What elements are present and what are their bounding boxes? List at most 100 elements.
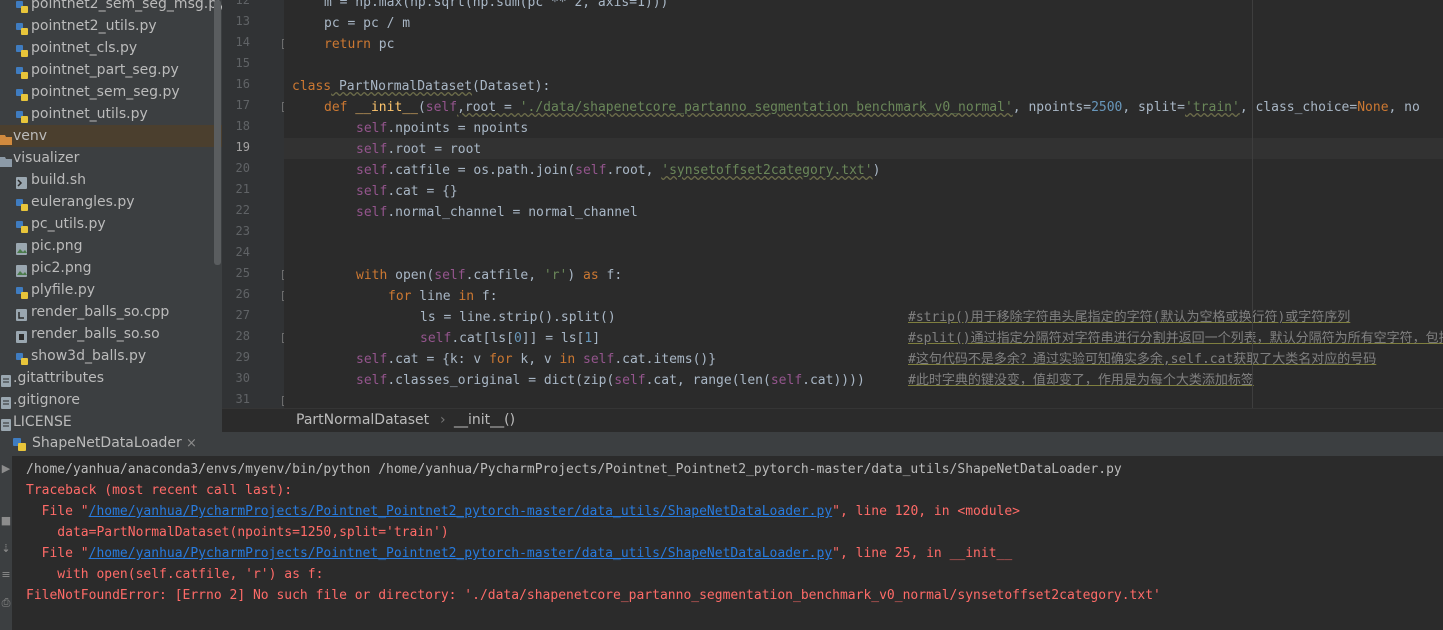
console-line-traceback: Traceback (most recent call last):: [26, 483, 293, 498]
run-tab[interactable]: ShapeNetDataLoader ×: [0, 432, 200, 456]
tree-item-label: visualizer: [13, 150, 80, 166]
code-line-21: self.cat = {}: [356, 184, 458, 199]
tree-item[interactable]: show3d_balls.py: [0, 345, 222, 367]
code-line-16: class PartNormalDataset(Dataset):: [292, 79, 551, 94]
tree-item[interactable]: pointnet2_sem_seg_msg.py: [0, 0, 222, 15]
tree-item[interactable]: pointnet_sem_seg.py: [0, 81, 222, 103]
code-editor[interactable]: m = np.max(np.sqrt(np.sum(pc ** 2, axis=…: [284, 0, 1443, 408]
run-panel-header: ShapeNetDataLoader ×: [0, 432, 1443, 457]
tree-item[interactable]: render_balls_so.so: [0, 323, 222, 345]
scroll-end-icon[interactable]: ⇣: [0, 542, 12, 555]
python-file-icon: [16, 196, 28, 211]
tree-item[interactable]: build.sh: [0, 169, 222, 191]
line-number: 21: [235, 182, 250, 196]
tree-item-label: pc_utils.py: [31, 216, 106, 232]
soft-wrap-icon[interactable]: ≡: [0, 568, 12, 581]
breadcrumb: PartNormalDataset › __init__(): [222, 408, 1443, 433]
stop-icon[interactable]: ■: [0, 514, 12, 527]
code-line-20: self.catfile = os.path.join(self.root, '…: [356, 163, 881, 178]
tree-item-label: .gitattributes: [13, 370, 105, 386]
code-comment-29: #这句代码不是多余？通过实验可知确实多余,self.cat获取了大类名对应的号码: [908, 352, 1377, 367]
file-link[interactable]: /home/yanhua/PycharmProjects/Pointnet_Po…: [89, 546, 833, 561]
shell-file-icon: [16, 174, 28, 189]
tree-item-label: build.sh: [31, 172, 87, 188]
line-number: 30: [235, 371, 250, 385]
tree-item[interactable]: eulerangles.py: [0, 191, 222, 213]
code-line-25: with open(self.catfile, 'r') as f:: [356, 268, 623, 283]
python-file-icon: [16, 218, 28, 233]
line-number: 26: [235, 287, 250, 301]
run-tab-label: ShapeNetDataLoader: [32, 435, 182, 451]
tree-item[interactable]: pic.png: [0, 235, 222, 257]
line-number: 22: [235, 203, 250, 217]
breadcrumb-class[interactable]: PartNormalDataset: [296, 412, 429, 428]
tree-item[interactable]: .gitattributes: [0, 367, 222, 389]
code-line-28: self.cat[ls[0]] = ls[1]: [420, 331, 601, 346]
tree-item-label: render_balls_so.cpp: [31, 304, 170, 320]
binary-file-icon: [16, 328, 28, 343]
tree-item-label: .gitignore: [13, 392, 80, 408]
tree-item-label: pointnet_utils.py: [31, 106, 148, 122]
code-line-17: def __init__(self,root = './data/shapene…: [324, 100, 1420, 115]
python-file-icon: [16, 350, 28, 365]
python-file-icon: [16, 20, 28, 35]
tree-item-label: pointnet_cls.py: [31, 40, 138, 56]
tree-item[interactable]: pointnet_part_seg.py: [0, 59, 222, 81]
python-file-icon: [16, 86, 28, 101]
tree-item[interactable]: pic2.png: [0, 257, 222, 279]
code-line-12: m = np.max(np.sqrt(np.sum(pc ** 2, axis=…: [324, 0, 669, 10]
sidebar-scrollbar[interactable]: [214, 0, 221, 265]
tree-item[interactable]: pc_utils.py: [0, 213, 222, 235]
line-number: 23: [235, 224, 250, 238]
tree-item-label: pointnet_part_seg.py: [31, 62, 179, 78]
python-run-icon: [13, 438, 26, 455]
line-number: 16: [235, 77, 250, 91]
code-line-30: self.classes_original = dict(zip(self.ca…: [356, 373, 865, 388]
cpp-file-icon: [16, 306, 28, 321]
breadcrumb-separator: ›: [440, 412, 446, 428]
tree-item[interactable]: .gitignore: [0, 389, 222, 411]
code-line-27: ls = line.strip().split(): [420, 310, 616, 325]
code-line-14: return pc: [324, 37, 395, 52]
code-comment-30: #此时字典的键没变，值却变了，作用是为每个大类添加标签: [908, 373, 1254, 388]
text-file-icon: [0, 372, 12, 387]
print-icon[interactable]: ⎙: [0, 596, 12, 610]
tree-item-label: show3d_balls.py: [31, 348, 147, 364]
line-number: 12: [235, 0, 250, 7]
console-line-error: FileNotFoundError: [Errno 2] No such fil…: [26, 588, 1161, 603]
tree-item-venv[interactable]: venv: [0, 125, 222, 147]
text-file-icon: [0, 416, 12, 431]
tree-item-label: pointnet_sem_seg.py: [31, 84, 180, 100]
tree-item-visualizer[interactable]: visualizer: [0, 147, 222, 169]
console-line-file2: File "/home/yanhua/PycharmProjects/Point…: [26, 546, 1013, 561]
line-number: 13: [235, 14, 250, 28]
tree-item[interactable]: LICENSE: [0, 411, 222, 432]
tree-item-label: pointnet2_utils.py: [31, 18, 157, 34]
python-file-icon: [16, 108, 28, 123]
breadcrumb-method[interactable]: __init__(): [454, 412, 515, 428]
folder-icon: [0, 152, 12, 167]
line-number: 17: [235, 98, 250, 112]
python-file-icon: [16, 0, 28, 13]
code-line-22: self.normal_channel = normal_channel: [356, 205, 638, 220]
code-line-13: pc = pc / m: [324, 16, 411, 31]
console-line-command: /home/yanhua/anaconda3/envs/myenv/bin/py…: [26, 462, 1122, 477]
rerun-icon[interactable]: ▶: [0, 462, 12, 475]
tree-item[interactable]: render_balls_so.cpp: [0, 301, 222, 323]
tree-item[interactable]: pointnet_utils.py: [0, 103, 222, 125]
file-link[interactable]: /home/yanhua/PycharmProjects/Pointnet_Po…: [89, 504, 833, 519]
tree-item[interactable]: pointnet_cls.py: [0, 37, 222, 59]
line-number: 25: [235, 266, 250, 280]
folder-icon: [0, 130, 12, 145]
code-line-19: self.root = root: [356, 142, 482, 157]
tree-item[interactable]: plyfile.py: [0, 279, 222, 301]
tree-item[interactable]: pointnet2_utils.py: [0, 15, 222, 37]
console-toolbar: ▶ ■ ⇣ ≡ ⎙: [0, 456, 12, 630]
python-file-icon: [16, 64, 28, 79]
tree-item-label: pic2.png: [31, 260, 92, 276]
console-line-code1: data=PartNormalDataset(npoints=1250,spli…: [26, 525, 449, 540]
close-tab-icon[interactable]: ×: [186, 436, 197, 451]
python-file-icon: [16, 42, 28, 57]
tree-item-label: plyfile.py: [31, 282, 96, 298]
tree-item-label: render_balls_so.so: [31, 326, 160, 342]
